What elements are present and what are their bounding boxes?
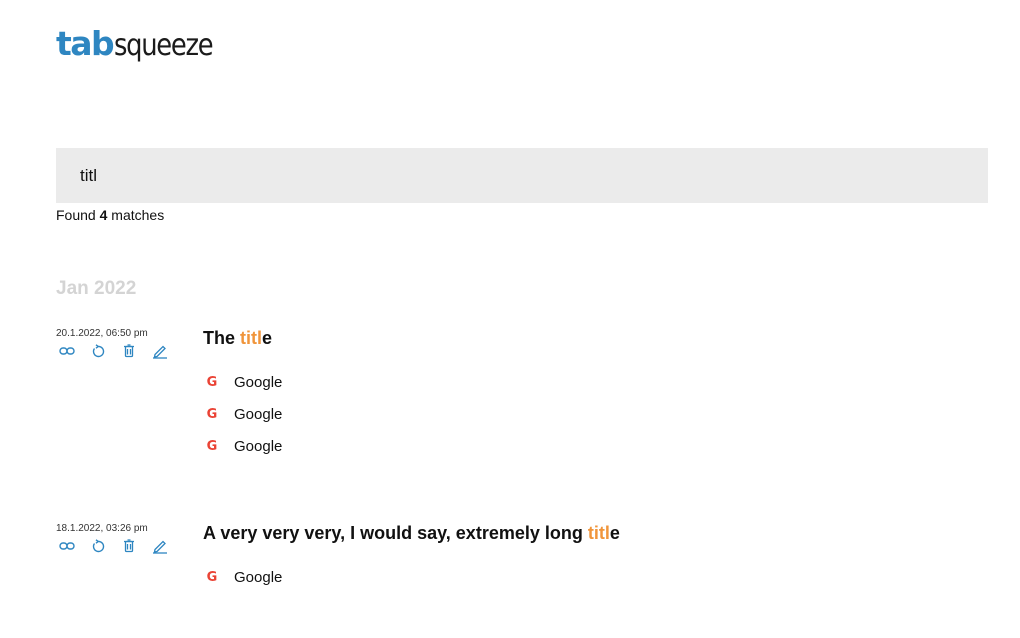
session-title[interactable]: The title [203, 328, 272, 349]
tab-item[interactable]: G Google [204, 430, 283, 462]
tab-item[interactable]: G Google [204, 366, 283, 398]
title-text: The [203, 328, 241, 348]
link-icon[interactable] [58, 538, 76, 554]
tabsqueeze-logo: tab squeeze [56, 24, 228, 68]
trash-icon[interactable] [120, 343, 138, 359]
session-title[interactable]: A very very very, I would say, extremely… [203, 523, 620, 544]
google-icon: G [206, 438, 218, 454]
edit-icon[interactable] [151, 343, 169, 359]
title-match-highlight: titl [587, 523, 610, 543]
search-input[interactable] [56, 148, 988, 203]
session-actions [56, 343, 186, 359]
link-icon[interactable] [58, 343, 76, 359]
edit-icon[interactable] [151, 538, 169, 554]
google-icon: G [206, 374, 218, 390]
restore-icon[interactable] [89, 343, 107, 359]
tab-label: Google [234, 373, 283, 391]
tab-label: Google [234, 568, 283, 586]
results-count: Found 4 matches [56, 207, 164, 223]
tab-label: Google [234, 405, 283, 423]
logo-squeeze-text: squeeze [114, 28, 214, 63]
results-number: 4 [99, 207, 108, 223]
trash-icon[interactable] [120, 538, 138, 554]
tab-item[interactable]: G Google [204, 561, 283, 593]
tab-item[interactable]: G Google [204, 398, 283, 430]
session-actions [56, 538, 186, 554]
logo-tab-letters: tab [56, 24, 115, 63]
tab-list: G Google G Google G Google [204, 366, 283, 462]
results-suffix: matches [111, 207, 165, 223]
session-date: 20.1.2022, 06:50 pm [56, 328, 148, 339]
title-match-highlight: titl [240, 328, 263, 348]
session-date: 18.1.2022, 03:26 pm [56, 523, 148, 534]
google-icon: G [206, 569, 218, 585]
session-meta: 18.1.2022, 03:26 pm [56, 523, 186, 554]
month-header: Jan 2022 [56, 278, 137, 299]
logo-tab-text: tab [56, 24, 115, 63]
results-prefix: Found [56, 207, 96, 223]
google-icon: G [206, 406, 218, 422]
tab-label: Google [234, 437, 283, 455]
tab-list: G Google [204, 561, 283, 593]
title-text-end: e [609, 523, 620, 543]
title-text: A very very very, I would say, extremely… [203, 523, 588, 543]
restore-icon[interactable] [89, 538, 107, 554]
session-meta: 20.1.2022, 06:50 pm [56, 328, 186, 359]
title-text-end: e [262, 328, 273, 348]
